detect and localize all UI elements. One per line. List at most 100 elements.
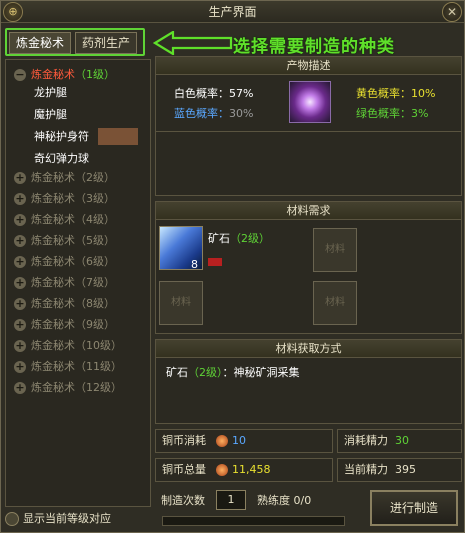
coin-total-value: 11,458	[232, 463, 271, 476]
coin-total-label: 铜币总量	[162, 463, 206, 476]
category-name: 炼金秘术	[31, 318, 75, 331]
energy-current-value: 395	[395, 463, 416, 476]
category-row[interactable]: + 炼金秘术（4级）	[14, 211, 115, 229]
craft-count-label: 制造次数	[161, 494, 205, 507]
category-level: （8级）	[75, 297, 115, 310]
material-slot[interactable]: 材料	[313, 228, 357, 272]
category-name: 炼金秘术	[31, 381, 75, 394]
rate-label: 黄色概率：	[356, 87, 411, 100]
material-name: 矿石（2级）	[208, 232, 270, 245]
expand-icon[interactable]: +	[14, 298, 26, 310]
recipe-item-selected[interactable]: 神秘护身符	[14, 128, 89, 146]
category-row[interactable]: + 炼金秘术（6级）	[14, 253, 115, 271]
source-panel: 材料获取方式 矿石（2级）：神秘矿洞采集	[155, 339, 462, 424]
rate-value: 10%	[411, 87, 436, 100]
category-row[interactable]: + 炼金秘术（7级）	[14, 274, 115, 292]
logo-icon[interactable]: ⊕	[3, 2, 23, 22]
checkbox-label: 显示当前等级对应	[23, 512, 111, 525]
coin-total-row: 铜币总量 11,458	[155, 458, 333, 482]
craft-button[interactable]: 进行制造	[370, 490, 458, 526]
product-header: 产物描述	[156, 57, 461, 75]
craft-count-input[interactable]: 1	[216, 490, 246, 510]
energy-cost-value: 30	[395, 434, 409, 447]
category-name: 炼金秘术	[31, 171, 75, 184]
tab-potion[interactable]: 药剂生产	[75, 32, 138, 54]
source-text: 矿石（2级）：神秘矿洞采集	[166, 366, 300, 379]
category-name: 炼金秘术	[31, 297, 75, 310]
tab-bar: 炼金秘术 药剂生产	[5, 28, 145, 56]
rate-label: 白色概率：	[174, 87, 229, 100]
category-row[interactable]: + 炼金秘术（10级）	[14, 337, 122, 355]
expand-icon[interactable]: +	[14, 340, 26, 352]
collapse-icon[interactable]: −	[14, 69, 26, 81]
category-row[interactable]: + 炼金秘术（11级）	[14, 358, 122, 376]
category-level: （6级）	[75, 255, 115, 268]
proficiency: 熟练度 0/0	[257, 494, 312, 507]
energy-current-label: 当前精力	[344, 463, 388, 476]
category-level: （5级）	[75, 234, 115, 247]
close-icon[interactable]: ✕	[442, 2, 462, 22]
annotation-text: 选择需要制造的种类	[233, 37, 395, 57]
category-level: （3级）	[75, 192, 115, 205]
category-row[interactable]: + 炼金秘术（9级）	[14, 316, 115, 334]
material-slot[interactable]: 材料	[159, 281, 203, 325]
product-panel: 产物描述 白色概率：57% 蓝色概率：30% 黄色概率：10% 绿色概率：3%	[155, 56, 462, 196]
show-current-level-toggle[interactable]: 显示当前等级对应	[5, 509, 111, 529]
category-level: （11级）	[75, 360, 122, 373]
expand-icon[interactable]: +	[14, 235, 26, 247]
category-name: 炼金秘术	[31, 255, 75, 268]
category-level: （1级）	[75, 68, 115, 81]
window-title: 生产界面	[208, 5, 257, 19]
category-row[interactable]: + 炼金秘术（8级）	[14, 295, 115, 313]
production-window: ⊕ 生产界面 ✕ 炼金秘术 药剂生产 选择需要制造的种类 − 炼金秘术（1级） 龙…	[0, 0, 465, 533]
category-level: （9级）	[75, 318, 115, 331]
category-row[interactable]: + 炼金秘术（3级）	[14, 190, 115, 208]
recipe-item[interactable]: 魔护腿	[14, 106, 67, 124]
category-name: 炼金秘术	[31, 234, 75, 247]
expand-icon[interactable]: +	[14, 214, 26, 226]
category-name: 炼金秘术	[31, 360, 75, 373]
green-rate: 绿色概率：3%	[356, 105, 428, 121]
title-bar: ⊕ 生产界面 ✕	[1, 1, 464, 23]
rate-value: 30%	[229, 107, 254, 120]
energy-cost-row: 消耗精力 30	[337, 429, 462, 453]
rate-label: 蓝色概率：	[174, 107, 229, 120]
recipe-list: − 炼金秘术（1级） 龙护腿 魔护腿 神秘护身符 奇幻弹力球 + 炼金秘术（2级） …	[5, 59, 151, 507]
recipe-item[interactable]: 龙护腿	[14, 84, 67, 102]
white-rate: 白色概率：57%	[174, 85, 253, 101]
need-indicator	[208, 258, 222, 266]
expand-icon[interactable]: +	[14, 256, 26, 268]
recipe-item[interactable]: 奇幻弹力球	[14, 150, 89, 168]
coin-cost-row: 铜币消耗 10	[155, 429, 333, 453]
rate-label: 绿色概率：	[356, 107, 411, 120]
materials-panel: 材料需求 8 矿石（2级） 材料 材料 材料	[155, 201, 462, 334]
category-name: 炼金秘术	[31, 276, 75, 289]
radio-icon[interactable]	[5, 512, 19, 526]
category-row[interactable]: + 炼金秘术（12级）	[14, 379, 122, 397]
energy-current-row: 当前精力 395	[337, 458, 462, 482]
material-slot[interactable]: 材料	[313, 281, 357, 325]
tab-alchemy[interactable]: 炼金秘术	[9, 32, 72, 54]
category-row[interactable]: + 炼金秘术（2级）	[14, 169, 115, 187]
category-level: （4级）	[75, 213, 115, 226]
category-level: （10级）	[75, 339, 122, 352]
source-header: 材料获取方式	[156, 340, 461, 358]
expand-icon[interactable]: +	[14, 277, 26, 289]
expand-icon[interactable]: +	[14, 193, 26, 205]
blue-rate: 蓝色概率：30%	[174, 105, 253, 121]
product-gem-icon[interactable]	[289, 81, 331, 123]
category-name: 炼金秘术	[31, 68, 75, 81]
category-name: 炼金秘术	[31, 339, 75, 352]
category-level: （7级）	[75, 276, 115, 289]
proficiency-bar	[162, 516, 345, 526]
expand-icon[interactable]: +	[14, 361, 26, 373]
rate-value: 3%	[411, 107, 429, 120]
material-count: 8	[191, 258, 198, 271]
expand-icon[interactable]: +	[14, 172, 26, 184]
category-row[interactable]: + 炼金秘术（5级）	[14, 232, 115, 250]
category-row-open[interactable]: − 炼金秘术（1级）	[14, 66, 115, 84]
energy-cost-label: 消耗精力	[344, 434, 388, 447]
divider	[156, 131, 461, 132]
expand-icon[interactable]: +	[14, 319, 26, 331]
expand-icon[interactable]: +	[14, 382, 26, 394]
